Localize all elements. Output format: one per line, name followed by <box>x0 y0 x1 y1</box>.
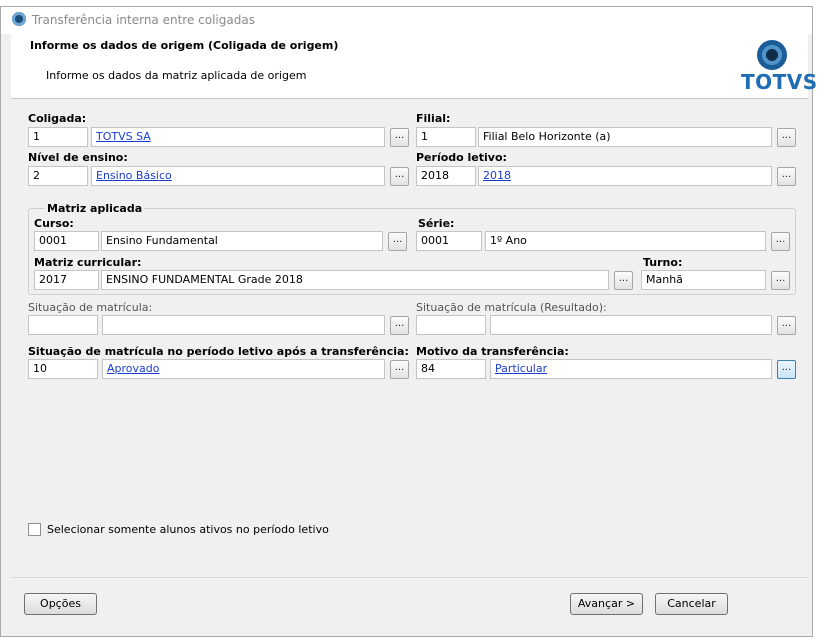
matriz-curricular-label: Matriz curricular: <box>34 256 142 269</box>
turno-lookup-button[interactable]: ... <box>771 271 790 290</box>
filial-lookup-button[interactable]: ... <box>777 128 796 147</box>
next-button[interactable]: Avançar > <box>570 593 643 615</box>
nivel-code-field[interactable]: 2 <box>28 166 88 186</box>
filial-label: Filial: <box>416 112 451 125</box>
coligada-lookup-button[interactable]: ... <box>390 128 409 147</box>
totvs-logo-icon <box>757 40 787 70</box>
matriz-curricular-code-field[interactable]: 2017 <box>34 270 99 290</box>
situacao-apos-code-field[interactable]: 10 <box>28 359 98 379</box>
situacao-apos-lookup-button[interactable]: ... <box>390 360 409 379</box>
motivo-name-link[interactable]: Particular <box>495 362 547 375</box>
nivel-label: Nível de ensino: <box>28 151 128 164</box>
motivo-lookup-button[interactable]: ... <box>777 360 796 379</box>
situacao-apos-name-field[interactable]: Aprovado <box>102 359 385 379</box>
matriz-curricular-name-field[interactable]: ENSINO FUNDAMENTAL Grade 2018 <box>101 270 609 290</box>
situacao-code-field[interactable] <box>28 315 98 335</box>
turno-field[interactable]: Manhã <box>641 270 766 290</box>
coligada-name-field[interactable]: TOTVS SA <box>91 127 385 147</box>
curso-name-field[interactable]: Ensino Fundamental <box>101 231 383 251</box>
periodo-name-field[interactable]: 2018 <box>478 166 772 186</box>
motivo-label: Motivo da transferência: <box>416 345 569 358</box>
curso-lookup-button[interactable]: ... <box>388 232 407 251</box>
coligada-name-link[interactable]: TOTVS SA <box>96 130 151 143</box>
serie-name-field[interactable]: 1º Ano <box>485 231 766 251</box>
nivel-name-link[interactable]: Ensino Básico <box>96 169 172 182</box>
totvs-logo-text: TOTVS <box>741 70 817 94</box>
situacao-apos-label: Situação de matrícula no período letivo … <box>28 345 409 358</box>
periodo-code-field[interactable]: 2018 <box>416 166 476 186</box>
serie-lookup-button[interactable]: ... <box>771 232 790 251</box>
curso-code-field[interactable]: 0001 <box>34 231 99 251</box>
situacao-resultado-lookup-button[interactable]: ... <box>777 316 796 335</box>
nivel-lookup-button[interactable]: ... <box>390 167 409 186</box>
motivo-name-field[interactable]: Particular <box>490 359 772 379</box>
periodo-name-link[interactable]: 2018 <box>483 169 511 182</box>
matriz-curricular-lookup-button[interactable]: ... <box>614 271 633 290</box>
window-title: Transferência interna entre coligadas <box>32 13 255 27</box>
serie-code-field[interactable]: 0001 <box>416 231 482 251</box>
filial-name-field[interactable]: Filial Belo Horizonte (a) <box>478 127 772 147</box>
cancel-button[interactable]: Cancelar <box>655 593 728 615</box>
situacao-resultado-name-field[interactable] <box>490 315 772 335</box>
coligada-code-field[interactable]: 1 <box>28 127 88 147</box>
filial-code-field[interactable]: 1 <box>416 127 476 147</box>
nivel-name-field[interactable]: Ensino Básico <box>91 166 385 186</box>
options-button[interactable]: Opções <box>24 593 97 615</box>
serie-label: Série: <box>418 217 455 230</box>
situacao-resultado-code-field[interactable] <box>416 315 486 335</box>
header-title: Informe os dados de origem (Coligada de … <box>30 39 339 52</box>
header-subtitle: Informe os dados da matriz aplicada de o… <box>46 69 307 82</box>
curso-label: Curso: <box>34 217 74 230</box>
situacao-apos-name-link[interactable]: Aprovado <box>107 362 159 375</box>
turno-label: Turno: <box>643 256 683 269</box>
ativos-checkbox[interactable] <box>28 523 41 536</box>
situacao-resultado-label: Situação de matrícula (Resultado): <box>416 301 607 314</box>
coligada-label: Coligada: <box>28 112 87 125</box>
situacao-lookup-button[interactable]: ... <box>390 316 409 335</box>
ativos-checkbox-label[interactable]: Selecionar somente alunos ativos no perí… <box>47 523 329 536</box>
situacao-name-field[interactable] <box>102 315 385 335</box>
matriz-aplicada-title: Matriz aplicada <box>45 202 145 215</box>
motivo-code-field[interactable]: 84 <box>416 359 486 379</box>
periodo-lookup-button[interactable]: ... <box>777 167 796 186</box>
app-icon <box>12 12 26 26</box>
situacao-label: Situação de matrícula: <box>28 301 153 314</box>
footer-divider <box>11 577 808 578</box>
periodo-label: Período letivo: <box>416 151 507 164</box>
